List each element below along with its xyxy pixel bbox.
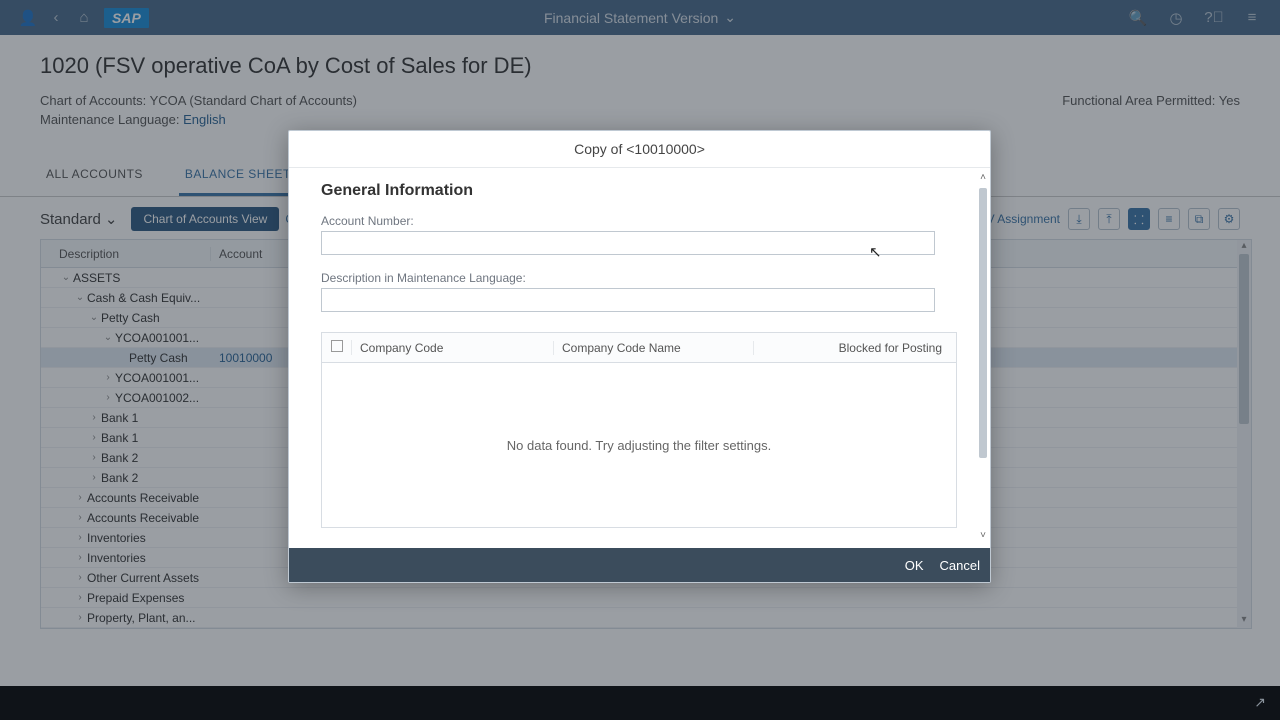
- grid-col-blocked[interactable]: Blocked for Posting: [754, 341, 956, 355]
- grid-col-company-name[interactable]: Company Code Name: [554, 341, 754, 355]
- description-input[interactable]: [321, 288, 935, 312]
- dialog-scrollbar[interactable]: ˄ ˅: [976, 172, 990, 544]
- page-footer: ↗: [0, 686, 1280, 720]
- dialog-scroll-down-icon[interactable]: ˅: [976, 530, 990, 544]
- dialog-title: Copy of <10010000>: [289, 131, 990, 168]
- copy-dialog: Copy of <10010000> General Information A…: [288, 130, 991, 583]
- description-label: Description in Maintenance Language:: [321, 271, 958, 285]
- account-number-input[interactable]: [321, 231, 935, 255]
- ok-button[interactable]: OK: [905, 558, 924, 573]
- account-number-label: Account Number:: [321, 214, 958, 228]
- company-code-grid: Company Code Company Code Name Blocked f…: [321, 332, 957, 528]
- dialog-scroll-thumb[interactable]: [979, 188, 987, 458]
- dialog-footer: OK Cancel: [289, 548, 990, 582]
- cancel-button[interactable]: Cancel: [940, 558, 980, 573]
- grid-col-company-code[interactable]: Company Code: [352, 341, 554, 355]
- grid-select-all[interactable]: [322, 340, 352, 355]
- external-link-icon[interactable]: ↗: [1254, 694, 1266, 711]
- dialog-scroll-up-icon[interactable]: ˄: [976, 172, 990, 186]
- grid-empty-message: No data found. Try adjusting the filter …: [322, 363, 956, 527]
- section-general-info: General Information: [321, 182, 958, 200]
